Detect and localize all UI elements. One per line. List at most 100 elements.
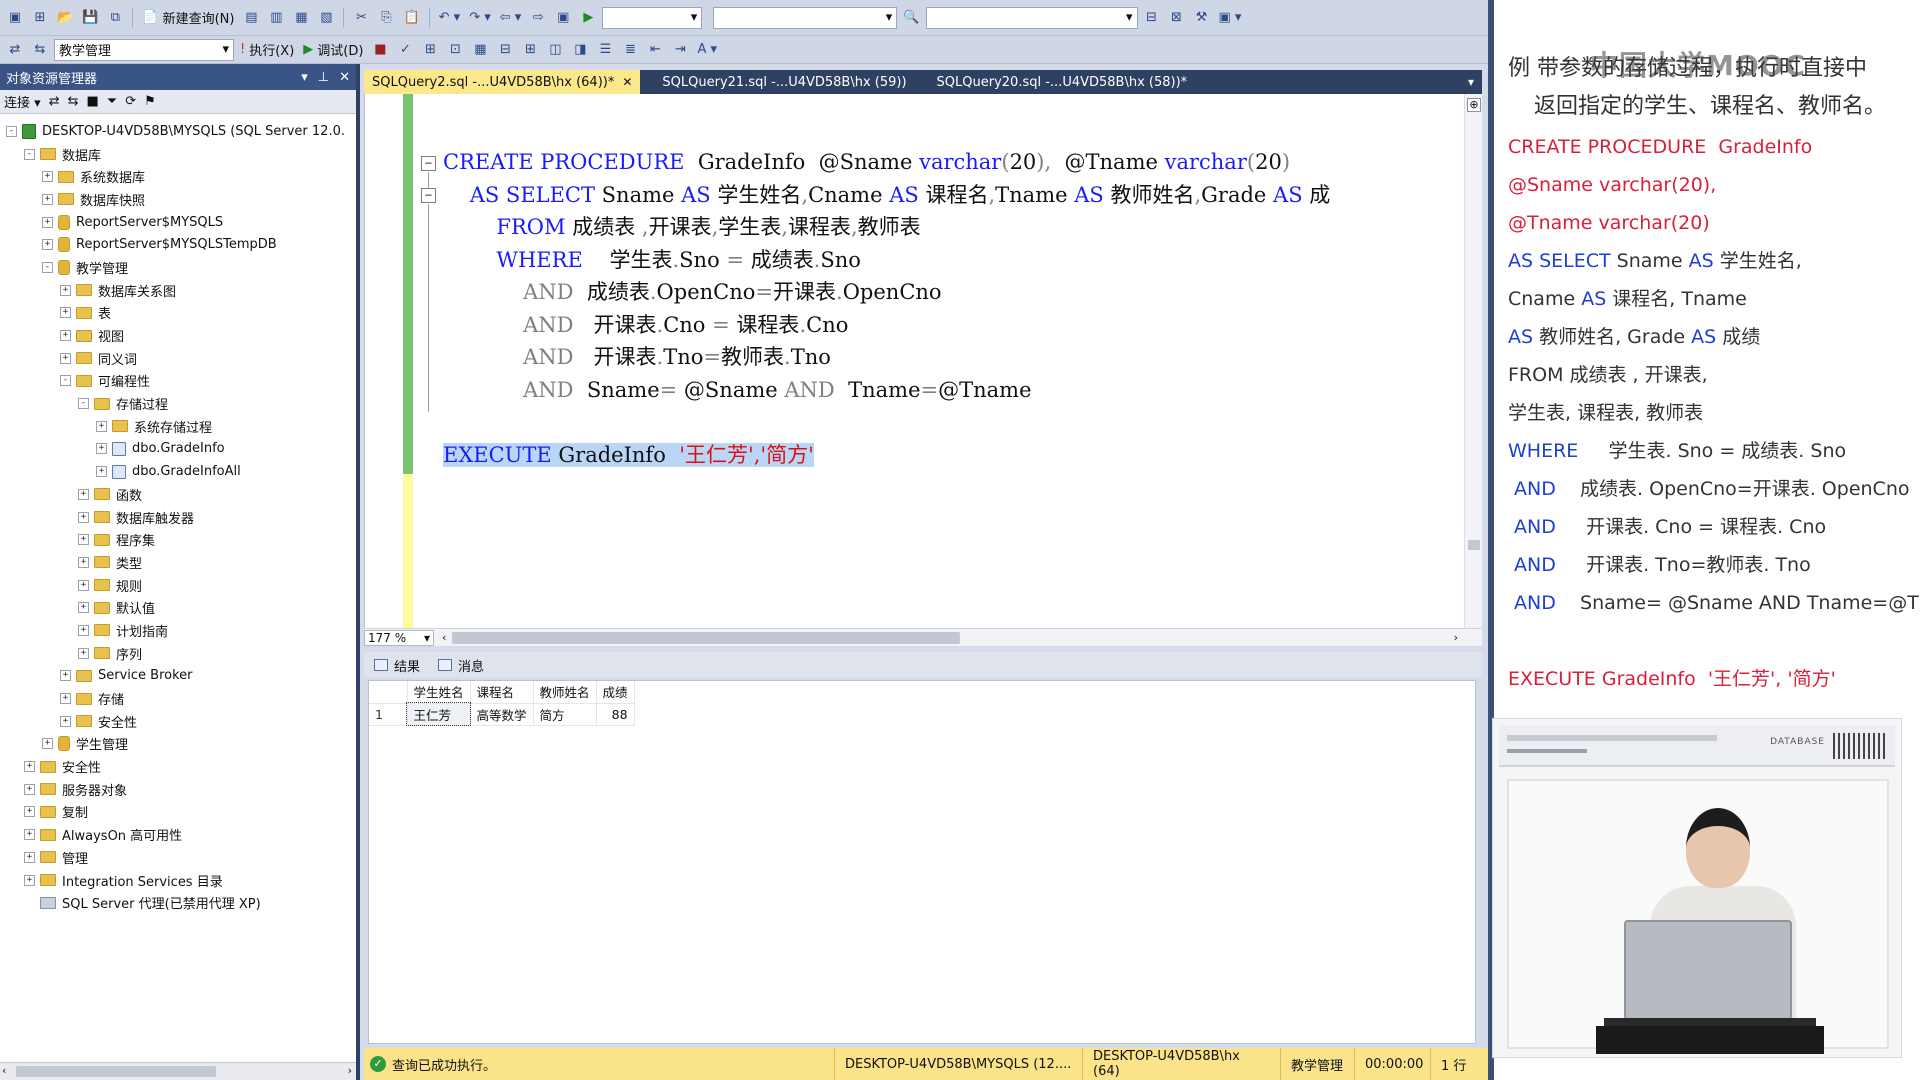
tree-node[interactable]: + 管理 <box>0 846 356 869</box>
tree-node[interactable]: + 学生管理 <box>0 733 356 756</box>
start-icon[interactable]: ▶ <box>577 7 599 29</box>
connect-icon[interactable]: ⇄ <box>4 39 26 61</box>
hscroll-thumb[interactable] <box>452 632 960 644</box>
column-header[interactable]: 学生姓名 <box>407 681 471 704</box>
editor-vscrollbar[interactable]: ⊕ <box>1464 94 1482 628</box>
tab-query-2[interactable]: SQLQuery21.sql -...U4VD58B\hx (59)) <box>654 70 914 94</box>
tree-node[interactable]: + 类型 <box>0 551 356 574</box>
column-header[interactable]: 成绩 <box>596 681 635 704</box>
tree-node[interactable]: + ReportServer$MYSQLS <box>0 211 356 234</box>
tree-node[interactable]: + 服务器对象 <box>0 778 356 801</box>
expand-icon[interactable]: + <box>24 806 35 818</box>
expand-icon[interactable]: + <box>24 829 35 841</box>
stop-icon[interactable]: ■ <box>87 94 99 109</box>
expand-icon[interactable]: + <box>42 239 53 251</box>
navigate-back-icon[interactable]: ⇦ ▾ <box>497 7 525 29</box>
tab-results[interactable]: 结果 <box>374 656 420 675</box>
tree-node[interactable]: + 规则 <box>0 574 356 597</box>
expand-icon[interactable]: + <box>42 216 53 228</box>
refresh-icon[interactable]: ⟳ <box>125 94 136 109</box>
find-combo[interactable]: ▾ <box>925 6 1138 29</box>
expand-icon[interactable]: + <box>78 488 89 500</box>
solution-platform-combo[interactable]: ▾ <box>713 6 898 29</box>
decrease-indent-icon[interactable]: ⇤ <box>644 39 666 61</box>
zoom-combo[interactable]: 177 % ▾ <box>364 629 434 646</box>
undo-icon[interactable]: ↶ ▾ <box>436 7 464 29</box>
new-query-button[interactable]: 📄 新建查询(N) <box>139 7 237 29</box>
connect-server-icon[interactable]: ⇄ <box>49 94 60 109</box>
tree-node[interactable]: + 复制 <box>0 801 356 824</box>
expand-icon[interactable]: + <box>78 647 89 659</box>
collapse-icon[interactable]: − <box>421 156 436 171</box>
tree-node[interactable]: + 数据库关系图 <box>0 279 356 302</box>
expand-icon[interactable]: + <box>78 602 89 614</box>
cut-icon[interactable]: ✂ <box>350 7 372 29</box>
collapse-icon[interactable]: - <box>42 261 53 273</box>
tree-node[interactable]: + 程序集 <box>0 528 356 551</box>
tree-node[interactable]: - 教学管理 <box>0 256 356 279</box>
results-to-text-icon[interactable]: ◫ <box>544 39 566 61</box>
specify-values-icon[interactable]: A ▾ <box>694 39 720 61</box>
tree-node[interactable]: SQL Server 代理(已禁用代理 XP) <box>0 891 356 914</box>
add-item-icon[interactable]: ⊞ <box>29 7 51 29</box>
tree-node[interactable]: + 函数 <box>0 483 356 506</box>
grid-cell[interactable]: 高等数学 <box>470 703 534 726</box>
analysis-query-icon[interactable]: ▥ <box>265 7 287 29</box>
xmla-query-icon[interactable]: ▧ <box>315 7 337 29</box>
open-file-icon[interactable]: 📂 <box>54 7 76 29</box>
execute-statement[interactable]: EXECUTE GradeInfo '王仁芳','简方' <box>443 442 814 467</box>
split-icon[interactable]: ⊕ <box>1467 98 1481 112</box>
expand-icon[interactable]: + <box>60 307 71 319</box>
scroll-thumb[interactable] <box>16 1066 216 1077</box>
toolbox-icon[interactable]: ▣ ▾ <box>1216 7 1245 29</box>
grid-cell[interactable]: 王仁芳 <box>405 702 472 726</box>
tree-node[interactable]: - 数据库 <box>0 143 356 166</box>
expand-icon[interactable]: + <box>78 624 89 636</box>
collapse-icon[interactable]: - <box>24 148 35 160</box>
results-to-grid-icon[interactable]: ▦ <box>469 39 491 61</box>
expand-icon[interactable]: + <box>96 466 107 478</box>
tree-node[interactable]: + 视图 <box>0 324 356 347</box>
display-plan-icon[interactable]: ⊞ <box>419 39 441 61</box>
tree-node[interactable]: + ReportServer$MYSQLSTempDB <box>0 233 356 256</box>
tree-node[interactable]: + 数据库快照 <box>0 188 356 211</box>
tree-node[interactable]: + 计划指南 <box>0 619 356 642</box>
client-stats-icon[interactable]: ⊞ <box>519 39 541 61</box>
expand-icon[interactable]: + <box>24 851 35 863</box>
query-editor[interactable]: − − CREATE PROCEDURE GradeInfo @Sname va… <box>364 94 1482 628</box>
expand-icon[interactable]: + <box>60 715 71 727</box>
tab-query-1[interactable]: SQLQuery2.sql -...U4VD58B\hx (64))* ✕ <box>364 70 641 94</box>
expand-icon[interactable]: + <box>78 556 89 568</box>
collapse-icon[interactable]: - <box>6 125 17 137</box>
scroll-left-icon[interactable]: ‹ <box>442 631 446 644</box>
results-to-file-icon[interactable]: ◨ <box>569 39 591 61</box>
save-icon[interactable]: 💾 <box>79 7 101 29</box>
scroll-right-icon[interactable]: › <box>348 1064 352 1077</box>
expand-icon[interactable]: + <box>24 783 35 795</box>
expand-icon[interactable]: + <box>78 534 89 546</box>
tree-node[interactable]: + 系统数据库 <box>0 165 356 188</box>
filter-icon[interactable]: ⏷ <box>107 94 117 109</box>
expand-icon[interactable]: + <box>42 738 53 750</box>
dropdown-icon[interactable]: ▾ <box>301 70 308 85</box>
mdx-query-icon[interactable]: ▦ <box>290 7 312 29</box>
tree-node[interactable]: + 安全性 <box>0 710 356 733</box>
properties-icon[interactable]: ⚒ <box>1191 7 1213 29</box>
results-grid[interactable]: 学生姓名 课程名 教师姓名 成绩 1 王仁芳 高等数学 简方 88 <box>369 681 635 726</box>
change-connection-icon[interactable]: ⇆ <box>29 39 51 61</box>
column-header[interactable]: 课程名 <box>470 681 534 704</box>
tree-node[interactable]: + dbo.GradeInfoAll <box>0 460 356 483</box>
table-row[interactable]: 1 王仁芳 高等数学 简方 88 <box>369 702 635 726</box>
vscroll-thumb[interactable] <box>1468 540 1480 550</box>
include-plan-icon[interactable]: ⊟ <box>494 39 516 61</box>
expand-icon[interactable]: + <box>42 171 53 183</box>
scroll-right-icon[interactable]: › <box>1454 631 1458 644</box>
tab-query-3[interactable]: SQLQuery20.sql -...U4VD58B\hx (58))* <box>929 70 1196 94</box>
available-databases-combo[interactable]: 教学管理 ▾ <box>54 38 234 61</box>
expand-icon[interactable]: + <box>24 874 35 886</box>
tab-messages[interactable]: 消息 <box>438 656 484 675</box>
debug-button[interactable]: ▶ 调试(D) <box>300 39 366 61</box>
uncomment-icon[interactable]: ≣ <box>619 39 641 61</box>
collapse-icon[interactable]: - <box>78 398 89 410</box>
tree-node[interactable]: + Service Broker <box>0 665 356 688</box>
